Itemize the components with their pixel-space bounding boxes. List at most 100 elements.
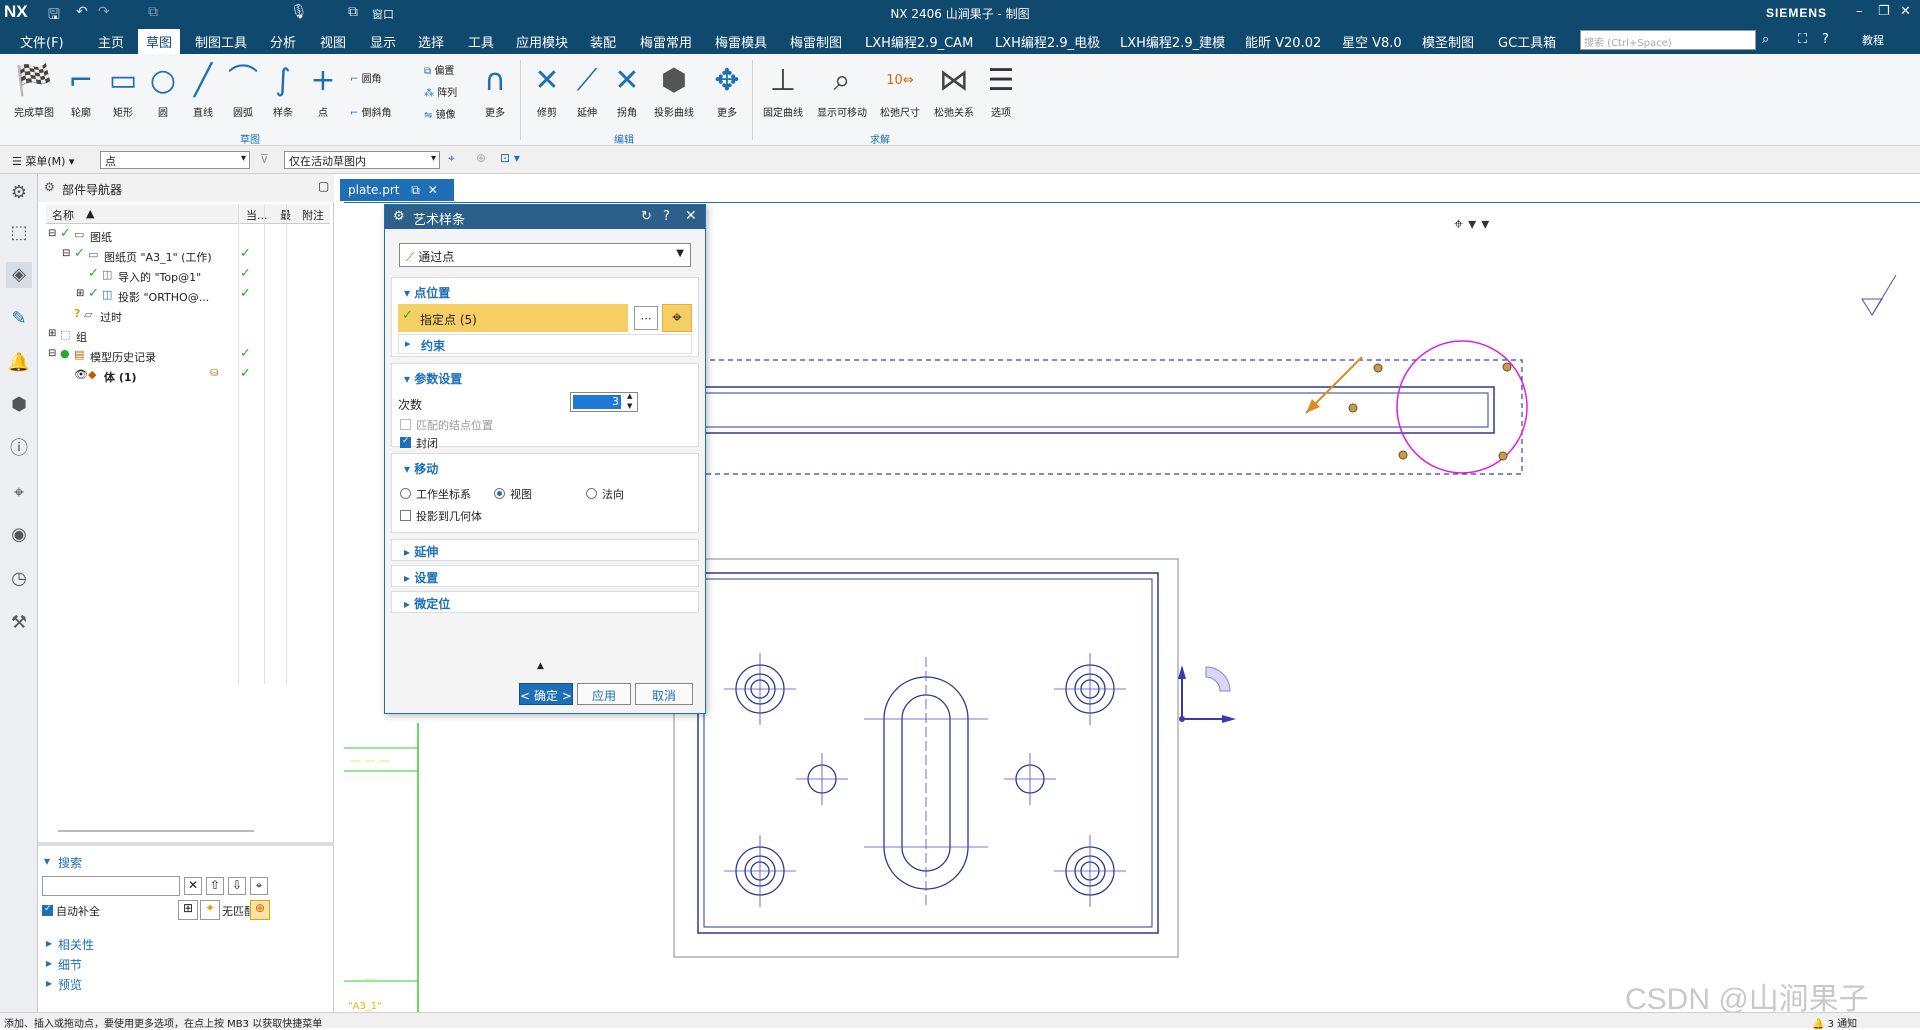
collapse-arrow-icon[interactable]: ▾ <box>44 854 50 868</box>
arrow-up-icon[interactable]: ⇧ <box>206 877 224 895</box>
collapse-icon[interactable]: ⊟ <box>48 348 56 359</box>
navigator-gear-icon[interactable]: ⚙ <box>44 180 55 194</box>
collapse-icon[interactable]: ⊟ <box>62 248 70 259</box>
spline-type-select[interactable]: ⟋ 通过点 ▼ <box>399 243 691 267</box>
micro-position-section[interactable]: ▸ 微定位 <box>391 591 699 613</box>
help-icon[interactable]: ? <box>1822 32 1829 47</box>
tab-drafting-tools[interactable]: 制图工具 <box>195 32 247 51</box>
profile-button[interactable]: ⌐ 轮廓 <box>64 62 98 119</box>
tree-row-sheet[interactable]: ⊟ ✓ ▭ 图纸页 "A3_1" (工作) ✓ <box>46 246 330 266</box>
section-header[interactable]: ▾ 参数设置 <box>404 370 462 387</box>
tab-tools[interactable]: 工具 <box>468 32 494 51</box>
rectangle-button[interactable]: ▭ 矩形 <box>104 62 142 119</box>
view-radio[interactable] <box>494 488 505 499</box>
pin-icon[interactable]: ⧉ <box>411 183 420 197</box>
relax-dimension-button[interactable]: 10⇔ 松弛尺寸 <box>876 62 924 119</box>
tab-meilei-mold[interactable]: 梅雷模具 <box>715 32 767 51</box>
document-tab[interactable]: plate.prt ⧉ ✕ <box>340 179 454 201</box>
maximize-icon[interactable]: ▢ <box>318 179 329 193</box>
selection-scope-select[interactable]: 仅在活动草图内 <box>284 151 440 169</box>
tree-row-body[interactable]: 👁 ◆ 体 (1) ⛁ ✓ <box>46 366 330 386</box>
constraint-subsection[interactable]: ▸ 约束 <box>398 334 692 354</box>
spin-down-icon[interactable]: ▼ <box>627 402 632 410</box>
line-button[interactable]: ╱ 直线 <box>186 62 220 119</box>
tree-row-projected-view[interactable]: ⊞ ✓ ◫ 投影 "ORTHO@... ✓ <box>46 286 330 306</box>
pattern-button[interactable]: ⁂ 阵列 <box>424 84 457 99</box>
part-navigator-icon[interactable]: ◈ <box>6 262 32 288</box>
settings-section[interactable]: ▸ 设置 <box>391 565 699 587</box>
crosshair-icon[interactable]: ⌖ <box>250 877 268 895</box>
offset-button[interactable]: ⧉ 偏置 <box>424 62 454 77</box>
spline-button[interactable]: ∫ 样条 <box>266 62 300 119</box>
search-options-icon[interactable]: ⊞ <box>178 900 198 920</box>
dialog-close-icon[interactable]: ✕ <box>685 208 697 224</box>
cancel-button[interactable]: 取消 <box>635 683 693 705</box>
minimize-button[interactable]: – <box>1856 4 1863 19</box>
tab-meilei-common[interactable]: 梅雷常用 <box>640 32 692 51</box>
sparkle-icon[interactable]: ✦ <box>200 900 220 920</box>
tab-mosheng[interactable]: 模圣制图 <box>1422 32 1474 51</box>
point-options-icon[interactable]: ⊡ ▾ <box>500 151 520 165</box>
tab-view[interactable]: 视图 <box>320 32 346 51</box>
menu-button[interactable]: ☰ 菜单(M) ▾ <box>12 153 74 169</box>
sketch-icon[interactable]: ✎ <box>6 306 32 332</box>
finish-sketch-button[interactable]: 🏁 完成草图 <box>10 62 58 119</box>
more-sketch-button[interactable]: ∩ 更多 <box>478 62 512 119</box>
tab-nengxin[interactable]: 能昕 V20.02 <box>1245 32 1321 51</box>
section-header[interactable]: ▾ 移动 <box>404 460 438 477</box>
extend-section[interactable]: ▸ 延伸 <box>391 539 699 561</box>
assembly-nav-icon[interactable]: ⬚ <box>6 220 32 246</box>
spin-up-icon[interactable]: ▲ <box>627 392 632 400</box>
wcs-radio[interactable] <box>400 488 411 499</box>
fillet-button[interactable]: ⌐ 圆角 <box>350 70 382 85</box>
tab-meilei-drafting[interactable]: 梅雷制图 <box>790 32 842 51</box>
dialog-help-icon[interactable]: ? <box>663 209 670 224</box>
command-search-input[interactable]: 搜索 (Ctrl+Space) <box>1580 30 1756 50</box>
filter-icon[interactable]: ⊽ <box>260 152 269 166</box>
expand-icon[interactable]: ⊞ <box>48 328 56 339</box>
collapse-icon[interactable]: ⊟ <box>48 228 56 239</box>
fix-curve-button[interactable]: ⊥ 固定曲线 <box>760 62 806 119</box>
close-tab-icon[interactable]: ✕ <box>428 183 438 197</box>
settings-icon[interactable]: ⚙ <box>6 180 32 206</box>
match-knots-checkbox[interactable] <box>400 419 411 430</box>
tab-select[interactable]: 选择 <box>418 32 444 51</box>
show-movable-button[interactable]: ⌕ 显示可移动 <box>814 62 870 119</box>
sort-ascending-icon[interactable]: ▲ <box>86 207 94 220</box>
tab-file[interactable]: 文件(F) <box>20 32 64 51</box>
section-header[interactable]: ▾ 点位置 <box>404 284 450 301</box>
tab-lxh-modeling[interactable]: LXH编程2.9_建模 <box>1120 32 1225 51</box>
tab-assembly[interactable]: 装配 <box>590 32 616 51</box>
horizontal-scrollbar[interactable] <box>58 830 254 832</box>
tree-row-imported-view[interactable]: ✓ ◫ 导入的 "Top@1" ✓ <box>46 266 330 286</box>
ok-button[interactable]: < 确定 > <box>519 683 573 705</box>
clear-icon[interactable]: ✕ <box>184 877 202 895</box>
type-filter-select[interactable]: 点 <box>100 151 250 169</box>
tab-home[interactable]: 主页 <box>98 32 124 51</box>
tutorial-link[interactable]: 教程 <box>1862 32 1884 48</box>
tree-row-drawing[interactable]: ⊟ ✓ ▭ 图纸 <box>46 226 330 246</box>
eye-icon[interactable]: 👁 <box>74 368 88 381</box>
column-name[interactable]: 名称 <box>52 207 74 223</box>
project-geometry-checkbox[interactable] <box>400 510 411 521</box>
fullscreen-icon[interactable]: ⛶ <box>1798 32 1807 47</box>
circle-button[interactable]: ○ 圆 <box>146 62 180 119</box>
tree-row-group[interactable]: ⊞ ⬚ 组 <box>46 326 330 346</box>
navigator-search-input[interactable] <box>42 876 180 896</box>
point-constructor-icon[interactable]: ⌖ <box>662 304 692 332</box>
degree-value[interactable]: 3 <box>573 395 621 409</box>
bell-icon[interactable]: 🔔 <box>6 350 32 376</box>
trim-button[interactable]: ✕ 修剪 <box>530 62 564 119</box>
tab-analysis[interactable]: 分析 <box>270 32 296 51</box>
history-icon[interactable]: ◷ <box>6 566 32 592</box>
roles-icon[interactable]: ⚒ <box>6 610 32 636</box>
chamfer-button[interactable]: ⌐ 倒斜角 <box>350 104 392 119</box>
extend-button[interactable]: ⟋ 延伸 <box>570 62 604 119</box>
collapse-dialog-icon[interactable]: ▲ <box>537 661 544 671</box>
highlight-match-icon[interactable]: ⊕ <box>250 900 270 920</box>
dialog-gear-icon[interactable]: ⚙ <box>393 209 405 224</box>
relax-relation-button[interactable]: ⋈ 松弛关系 <box>930 62 978 119</box>
snap-icon[interactable]: ⌖ <box>448 151 455 166</box>
search-icon[interactable]: ⌕ <box>1762 32 1769 47</box>
web-browser-icon[interactable]: ◉ <box>6 522 32 548</box>
